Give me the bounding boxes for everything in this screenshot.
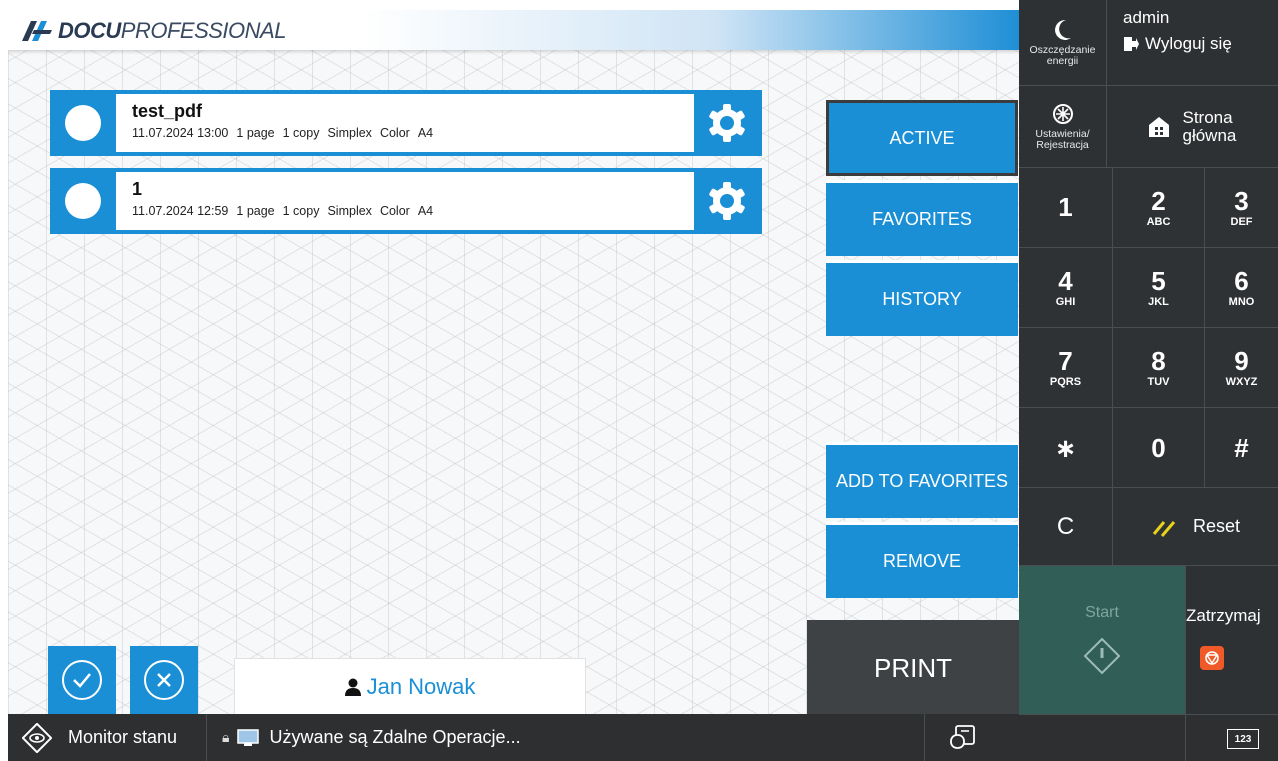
user-name: Jan Nowak: [366, 674, 476, 699]
key-asterisk[interactable]: ∗: [1019, 408, 1113, 488]
logout-button[interactable]: Wyloguj się: [1123, 34, 1232, 54]
remote-operation-label: Używane są Zdalne Operacje...: [269, 727, 521, 747]
job-info[interactable]: test_pdf 11.07.2024 13:00 1 page 1 copy Sim…: [116, 94, 694, 152]
remote-operation-status: 🔒︎ Używane są Zdalne Operacje...: [222, 714, 521, 761]
reset-icon: [1152, 520, 1176, 537]
control-panel: Oszczędzanie energii admin Wyloguj się U…: [1019, 0, 1278, 761]
key-6[interactable]: 6 MNO: [1205, 248, 1278, 328]
job-color: Color: [379, 204, 410, 218]
job-name: 1: [132, 179, 143, 199]
lock-icon: 🔒︎: [222, 729, 230, 745]
logout-icon: [1124, 37, 1139, 51]
status-monitor-label: Monitor stanu: [68, 727, 178, 747]
status-monitor-icon: [22, 722, 52, 753]
key-4[interactable]: 4 GHI: [1019, 248, 1113, 328]
keyboard-button[interactable]: 123: [1227, 729, 1259, 749]
job-duplex: Simplex: [327, 126, 372, 140]
reset-button[interactable]: Reset: [1113, 488, 1278, 566]
key-hash[interactable]: #: [1205, 408, 1278, 488]
job-size: A4: [417, 204, 434, 218]
app-header: DOCUPROFESSIONAL: [8, 10, 1019, 50]
job-duplex: Simplex: [327, 204, 372, 218]
key-1[interactable]: 1: [1019, 168, 1113, 248]
print-button[interactable]: PRINT: [807, 620, 1019, 714]
username-label: admin: [1123, 8, 1170, 27]
stop-icon: [1200, 646, 1224, 670]
job-select-checkbox[interactable]: [50, 90, 116, 156]
key-9[interactable]: 9 WXYZ: [1205, 328, 1278, 408]
job-copies: 1 copy: [282, 204, 320, 218]
job-date: 11.07.2024 13:00: [132, 126, 229, 140]
key-5[interactable]: 5 JKL: [1113, 248, 1205, 328]
deselect-all-button[interactable]: [130, 646, 198, 714]
job-copies: 1 copy: [282, 126, 320, 140]
add-to-favorites-button[interactable]: ADD TO FAVORITES: [826, 442, 1018, 518]
remote-switch-icon: [950, 724, 975, 749]
key-0[interactable]: 0: [1113, 408, 1205, 488]
energy-saving-label: Oszczędzanie energii: [1029, 43, 1096, 67]
tab-history[interactable]: HISTORY: [826, 260, 1018, 336]
job-meta: 11.07.2024 12:59 1 page 1 copy Simplex Color…: [132, 204, 694, 218]
logo-mark-icon: [22, 21, 52, 41]
start-icon: [1083, 637, 1121, 675]
job-row[interactable]: test_pdf 11.07.2024 13:00 1 page 1 copy Sim…: [50, 90, 762, 156]
settings-registration-button[interactable]: Ustawienia/ Rejestracja: [1019, 86, 1107, 168]
select-all-button[interactable]: [48, 646, 116, 714]
stop-button[interactable]: Zatrzymaj: [1185, 566, 1278, 714]
status-bar: Monitor stanu 🔒︎ Używane są Zdalne Opera…: [8, 714, 1019, 761]
key-8[interactable]: 8 TUV: [1113, 328, 1205, 408]
job-meta: 11.07.2024 13:00 1 page 1 copy Simplex Color…: [132, 126, 694, 140]
panel-footer: 123: [1019, 714, 1278, 761]
job-settings-button[interactable]: [694, 168, 760, 234]
moon-icon: [1054, 19, 1071, 40]
user-account: admin Wyloguj się: [1107, 0, 1278, 86]
job-select-checkbox[interactable]: [50, 168, 116, 234]
remote-switch-button[interactable]: [948, 714, 978, 761]
home-icon: [1148, 116, 1169, 137]
docuprofessional-logo: DOCUPROFESSIONAL: [20, 18, 286, 44]
tab-active[interactable]: ACTIVE: [826, 100, 1018, 176]
tab-favorites[interactable]: FAVORITES: [826, 180, 1018, 256]
monitor-icon: [237, 728, 260, 746]
start-button[interactable]: Start: [1019, 566, 1185, 714]
settings-label: Ustawienia/ Rejestracja: [1035, 127, 1090, 151]
job-info[interactable]: 1 11.07.2024 12:59 1 page 1 copy Simplex Col…: [116, 172, 694, 230]
remove-button[interactable]: REMOVE: [826, 522, 1018, 598]
close-icon: [144, 660, 184, 700]
job-settings-button[interactable]: [694, 90, 760, 156]
job-date: 11.07.2024 12:59: [132, 204, 229, 218]
home-label: Strona główna: [1182, 107, 1237, 145]
key-3[interactable]: 3 DEF: [1205, 168, 1278, 248]
main-area: DOCUPROFESSIONAL test_pdf 11.07.2024 13:…: [8, 10, 1019, 714]
job-row[interactable]: 1 11.07.2024 12:59 1 page 1 copy Simplex Col…: [50, 168, 762, 234]
user-icon: [344, 678, 361, 696]
job-size: A4: [417, 126, 434, 140]
status-monitor-button[interactable]: Monitor stanu: [22, 714, 177, 761]
job-pages: 1 page: [236, 126, 275, 140]
job-color: Color: [379, 126, 410, 140]
current-user: Jan Nowak: [234, 658, 586, 714]
energy-saving-button[interactable]: Oszczędzanie energii: [1019, 0, 1107, 86]
home-button[interactable]: Strona główna: [1107, 86, 1278, 168]
gear-icon: [709, 104, 745, 142]
settings-icon: [1052, 103, 1073, 124]
key-2[interactable]: 2 ABC: [1113, 168, 1205, 248]
job-pages: 1 page: [236, 204, 275, 218]
check-icon: [62, 660, 102, 700]
clear-button[interactable]: C: [1019, 488, 1113, 566]
gear-icon: [709, 182, 745, 220]
key-7[interactable]: 7 PQRS: [1019, 328, 1113, 408]
job-name: test_pdf: [132, 101, 203, 121]
